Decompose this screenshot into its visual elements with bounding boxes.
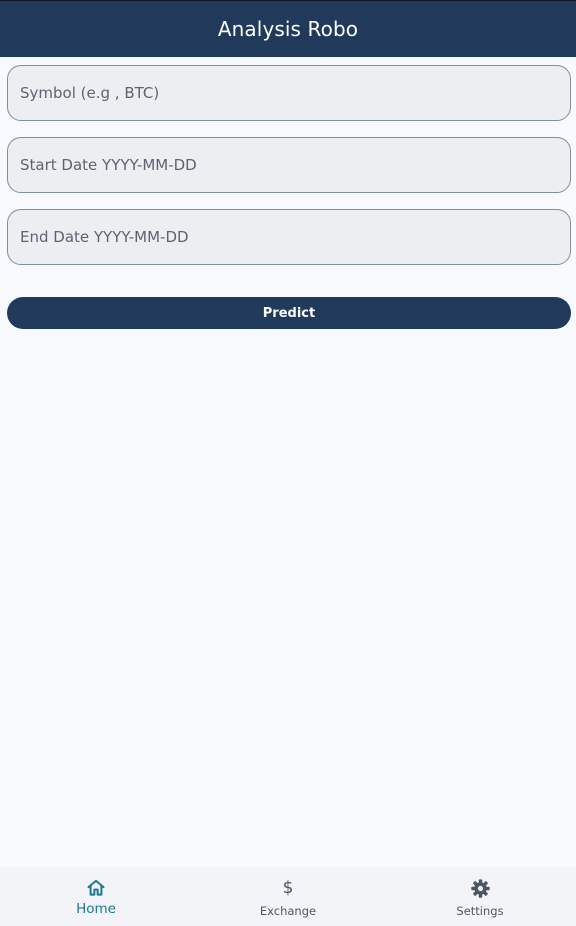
app-screen: Analysis Robo Predict Home $ Exchange — [0, 0, 576, 926]
home-icon — [85, 877, 107, 899]
end-date-input[interactable] — [7, 209, 571, 265]
page-title: Analysis Robo — [217, 17, 359, 41]
nav-label-home: Home — [76, 901, 116, 917]
nav-item-home[interactable]: Home — [0, 867, 192, 926]
gear-icon — [469, 877, 491, 899]
nav-label-settings: Settings — [456, 904, 504, 918]
symbol-input[interactable] — [7, 65, 571, 121]
nav-item-settings[interactable]: Settings — [384, 867, 576, 926]
dollar-icon: $ — [282, 878, 294, 898]
nav-label-exchange: Exchange — [259, 904, 317, 918]
predict-button[interactable]: Predict — [7, 297, 571, 329]
bottom-navigation: Home $ Exchange Settings — [0, 867, 576, 926]
nav-item-exchange[interactable]: $ Exchange — [192, 867, 384, 926]
start-date-input[interactable] — [7, 137, 571, 193]
app-header: Analysis Robo — [0, 0, 576, 57]
